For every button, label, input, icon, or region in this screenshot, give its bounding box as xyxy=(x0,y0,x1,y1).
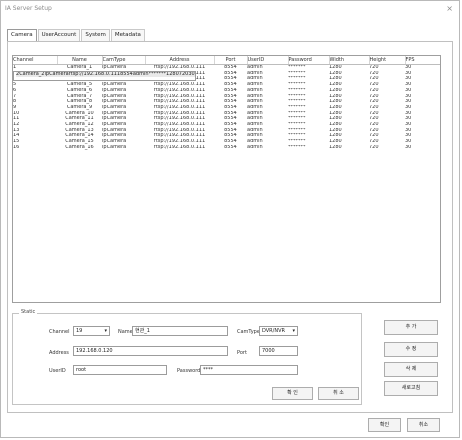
table-cell: 720 xyxy=(369,144,379,150)
camtype-select[interactable]: DVR/NVR ▾ xyxy=(259,326,298,336)
table-cell: admin xyxy=(247,144,263,150)
col-header-name[interactable]: Name xyxy=(57,56,103,65)
table-row[interactable]: 16 Camera_16 ipCamera rtsp://192.168.0.111 8… xyxy=(13,144,440,151)
tab-camera[interactable]: Camera xyxy=(7,29,37,41)
dialog-cancel-button[interactable]: 취소 xyxy=(407,418,440,432)
form-ok-button[interactable]: 확 인 xyxy=(272,387,313,400)
col-header-height[interactable]: Height xyxy=(369,56,406,65)
channel-label: Channel xyxy=(49,329,70,335)
close-icon[interactable]: × xyxy=(446,4,453,13)
table-cell: 30 xyxy=(405,144,412,150)
table-row[interactable]: 2 Camera_2 ipCamera rtsp://192.168.0.111 855… xyxy=(13,70,196,81)
table-cell: rtsp://192.168.0.111 xyxy=(68,71,121,78)
col-header-width[interactable]: Width xyxy=(329,56,370,65)
edit-button[interactable]: 수 정 xyxy=(384,342,438,357)
tab-useraccount[interactable]: UserAccount xyxy=(37,29,81,41)
userid-label: UserID xyxy=(49,368,66,374)
table-cell: 1280 xyxy=(329,144,342,150)
table-cell: 8554 xyxy=(224,144,237,150)
port-input[interactable]: 7000 xyxy=(259,346,298,356)
col-header-channel[interactable]: Channel xyxy=(13,56,58,65)
col-header-address[interactable]: Address xyxy=(145,56,215,65)
form-cancel-button[interactable]: 취 소 xyxy=(318,387,359,400)
tab-metadata[interactable]: Metadata xyxy=(110,29,145,41)
table-cell: ******* xyxy=(148,71,167,78)
password-label: Password xyxy=(177,368,201,374)
table-cell: 30 xyxy=(188,71,195,78)
table-header: Channel Name CamType Address Port UserID… xyxy=(13,56,440,65)
add-button[interactable]: 추 가 xyxy=(384,320,438,335)
dialog-ok-button[interactable]: 확인 xyxy=(368,418,401,432)
table-cell: 16 xyxy=(13,144,20,150)
col-header-port[interactable]: Port xyxy=(214,56,248,65)
groupbox-label: Static xyxy=(19,309,38,315)
title-bar: IA Server Setup × xyxy=(1,1,459,19)
camtype-value: DVR/NVR xyxy=(262,328,285,334)
name-label: Name xyxy=(118,329,133,335)
table-cell: 1280 xyxy=(166,71,179,78)
camtype-label: CamType xyxy=(237,329,260,335)
address-input[interactable]: 192.168.0.120 xyxy=(73,346,228,356)
tab-system[interactable]: System xyxy=(81,29,110,41)
table-cell: ipCamera xyxy=(102,144,127,150)
tab-bar: Camera UserAccount System Metadata xyxy=(7,29,146,41)
name-input[interactable]: 현관_1 xyxy=(132,326,228,336)
table-cell: Camera_16 xyxy=(65,144,94,150)
table-cell: ipCamera xyxy=(44,71,69,78)
camera-table[interactable]: Channel Name CamType Address Port UserID… xyxy=(12,55,441,303)
table-cell: ******* xyxy=(288,144,306,150)
userid-input[interactable]: root xyxy=(73,365,167,375)
port-label: Port xyxy=(237,350,247,356)
col-header-userid[interactable]: UserID xyxy=(247,56,289,65)
col-header-camtype[interactable]: CamType xyxy=(102,56,146,65)
table-cell: 8554 xyxy=(120,71,133,78)
window-title: IA Server Setup xyxy=(5,5,52,12)
col-header-fps[interactable]: FPS xyxy=(405,56,440,65)
password-input[interactable]: **** xyxy=(200,365,298,375)
table-cell: rtsp://192.168.0.111 xyxy=(153,144,206,150)
channel-select[interactable]: 19 ▾ xyxy=(73,326,110,336)
setup-window: IA Server Setup × Camera UserAccount Sys… xyxy=(0,0,460,438)
chevron-down-icon: ▾ xyxy=(292,328,295,334)
address-label: Address xyxy=(49,350,69,356)
table-cell: 720 xyxy=(178,71,189,78)
channel-value: 19 xyxy=(76,328,83,334)
chevron-down-icon: ▾ xyxy=(104,328,107,334)
delete-button[interactable]: 삭 제 xyxy=(384,362,438,377)
table-body: 1 Camera_1 ipCamera rtsp://192.168.0.111 855… xyxy=(13,65,440,151)
refresh-button[interactable]: 새로고침 xyxy=(384,381,438,396)
table-cell: admin xyxy=(132,71,149,78)
col-header-password[interactable]: Password xyxy=(288,56,330,65)
table-cell: Camera_2 xyxy=(19,71,45,78)
